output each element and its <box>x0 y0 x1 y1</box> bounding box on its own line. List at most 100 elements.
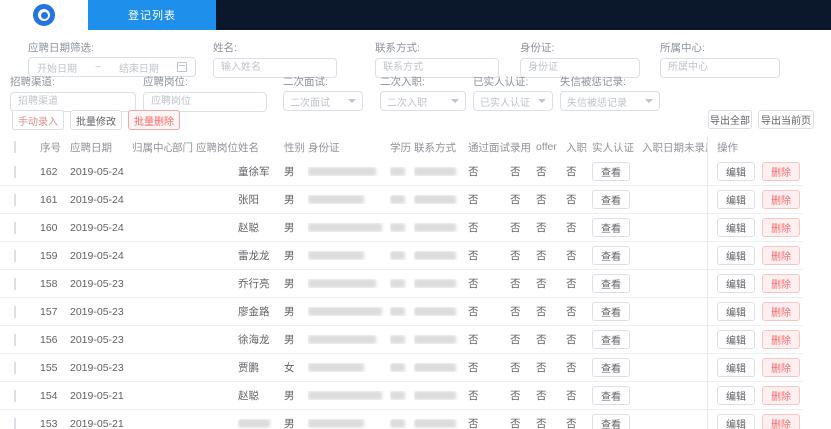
edit-button[interactable]: 编辑 <box>717 162 755 181</box>
view-verification-button[interactable]: 查看 <box>592 414 630 429</box>
manual-entry-button[interactable]: 手动录入 <box>12 110 64 130</box>
edit-button[interactable]: 编辑 <box>717 274 755 293</box>
view-verification-button[interactable]: 查看 <box>592 386 630 405</box>
cell-id-card-redacted <box>308 251 390 260</box>
filter-label: 联系方式: <box>375 42 499 54</box>
tab-registration-list[interactable]: 登记列表 <box>88 0 216 30</box>
view-verification-button[interactable]: 查看 <box>592 246 630 265</box>
cell-hired: 否 <box>510 248 536 263</box>
cell-seq: 159 <box>40 250 70 262</box>
cell-apply-date: 2019-05-24 <box>70 250 132 262</box>
edit-button[interactable]: 编辑 <box>717 218 755 237</box>
table-body: 162 2019-05-24 童徐军 男 否 否 否 否 查看 编辑 删除 16… <box>0 158 831 429</box>
cell-offer: 否 <box>536 332 566 347</box>
cell-pass-interview: 否 <box>468 332 510 347</box>
delete-button[interactable]: 删除 <box>762 358 800 377</box>
logo-icon <box>33 4 55 26</box>
column-header-12: offer <box>536 141 566 153</box>
row-checkbox[interactable] <box>14 362 16 374</box>
cell-gender: 男 <box>284 164 308 179</box>
edit-button[interactable]: 编辑 <box>717 386 755 405</box>
cell-onboard: 否 <box>566 360 592 375</box>
cell-hired: 否 <box>510 388 536 403</box>
cell-offer: 否 <box>536 164 566 179</box>
edit-button[interactable]: 编辑 <box>717 358 755 377</box>
cell-offer: 否 <box>536 248 566 263</box>
cell-apply-date: 2019-05-21 <box>70 390 132 402</box>
date-end-placeholder: 结束日期 <box>119 60 159 75</box>
cell-education-redacted <box>390 195 414 204</box>
view-verification-button[interactable]: 查看 <box>592 190 630 209</box>
filter-channel: 招聘渠道: <box>10 76 136 112</box>
filter-panel: 应聘日期筛选: 开始日期 ~ 结束日期 姓名: 联系方式: 身份证: 所属中心: <box>0 30 831 108</box>
row-checkbox[interactable] <box>14 222 16 234</box>
row-checkbox[interactable] <box>14 418 16 429</box>
cell-offer: 否 <box>536 220 566 235</box>
date-start-placeholder: 开始日期 <box>37 60 77 75</box>
cell-name: 童徐军 <box>238 164 284 179</box>
filter-label: 应聘岗位: <box>143 76 267 88</box>
cell-onboard: 否 <box>566 192 592 207</box>
view-verification-button[interactable]: 查看 <box>592 274 630 293</box>
cell-phone-redacted <box>414 419 468 428</box>
cell-apply-date: 2019-05-23 <box>70 278 132 290</box>
center-input[interactable] <box>660 58 780 78</box>
delete-button[interactable]: 删除 <box>762 246 800 265</box>
view-verification-button[interactable]: 查看 <box>592 302 630 321</box>
row-checkbox[interactable] <box>14 334 16 346</box>
name-input[interactable] <box>213 58 337 78</box>
app-logo <box>0 0 88 30</box>
delete-button[interactable]: 删除 <box>762 274 800 293</box>
delete-button[interactable]: 删除 <box>762 414 800 429</box>
delete-button[interactable]: 删除 <box>762 162 800 181</box>
cell-onboard: 否 <box>566 304 592 319</box>
row-checkbox[interactable] <box>14 194 16 206</box>
view-verification-button[interactable]: 查看 <box>592 358 630 377</box>
filter-label: 失信被惩记录: <box>560 76 660 88</box>
row-checkbox[interactable] <box>14 306 16 318</box>
cell-onboard: 否 <box>566 164 592 179</box>
export-current-page-button[interactable]: 导出当前页 <box>758 110 814 129</box>
view-verification-button[interactable]: 查看 <box>592 330 630 349</box>
cell-pass-interview: 否 <box>468 248 510 263</box>
table-row: 160 2019-05-24 赵聪 男 否 否 否 否 查看 编辑 删除 <box>0 214 831 242</box>
batch-delete-button[interactable]: 批量删除 <box>128 110 180 130</box>
delete-button[interactable]: 删除 <box>762 190 800 209</box>
cell-id-card-redacted <box>308 279 390 288</box>
delete-button[interactable]: 删除 <box>762 302 800 321</box>
filter-label: 姓名: <box>213 42 337 54</box>
cell-onboard: 否 <box>566 220 592 235</box>
cell-id-card-redacted <box>308 223 390 232</box>
cell-id-card-redacted <box>308 167 390 176</box>
export-all-button[interactable]: 导出全部 <box>708 110 752 129</box>
edit-button[interactable]: 编辑 <box>717 302 755 321</box>
edit-button[interactable]: 编辑 <box>717 246 755 265</box>
cell-offer: 否 <box>536 388 566 403</box>
view-verification-button[interactable]: 查看 <box>592 162 630 181</box>
edit-button[interactable]: 编辑 <box>717 190 755 209</box>
contact-input[interactable] <box>375 58 499 78</box>
view-verification-button[interactable]: 查看 <box>592 218 630 237</box>
cell-id-card-redacted <box>308 307 390 316</box>
row-checkbox[interactable] <box>14 166 16 178</box>
edit-button[interactable]: 编辑 <box>717 330 755 349</box>
cell-apply-date: 2019-05-23 <box>70 334 132 346</box>
batch-edit-button[interactable]: 批量修改 <box>70 110 122 130</box>
column-header-14: 实人认证 <box>592 140 642 155</box>
row-checkbox[interactable] <box>14 250 16 262</box>
cell-seq: 153 <box>40 418 70 429</box>
id-card-input[interactable] <box>520 58 640 78</box>
delete-button[interactable]: 删除 <box>762 218 800 237</box>
column-header-15: 入职日期 <box>642 140 684 155</box>
row-checkbox[interactable] <box>14 278 16 290</box>
cell-pass-interview: 否 <box>468 192 510 207</box>
cell-hired: 否 <box>510 360 536 375</box>
top-navigation-bar: 登记列表 <box>0 0 831 30</box>
delete-button[interactable]: 删除 <box>762 386 800 405</box>
select-all-checkbox[interactable] <box>14 141 16 153</box>
row-checkbox[interactable] <box>14 390 16 402</box>
table-row: 162 2019-05-24 童徐军 男 否 否 否 否 查看 编辑 删除 <box>0 158 831 186</box>
edit-button[interactable]: 编辑 <box>717 414 755 429</box>
date-range-input[interactable]: 开始日期 ~ 结束日期 <box>28 57 196 77</box>
delete-button[interactable]: 删除 <box>762 330 800 349</box>
